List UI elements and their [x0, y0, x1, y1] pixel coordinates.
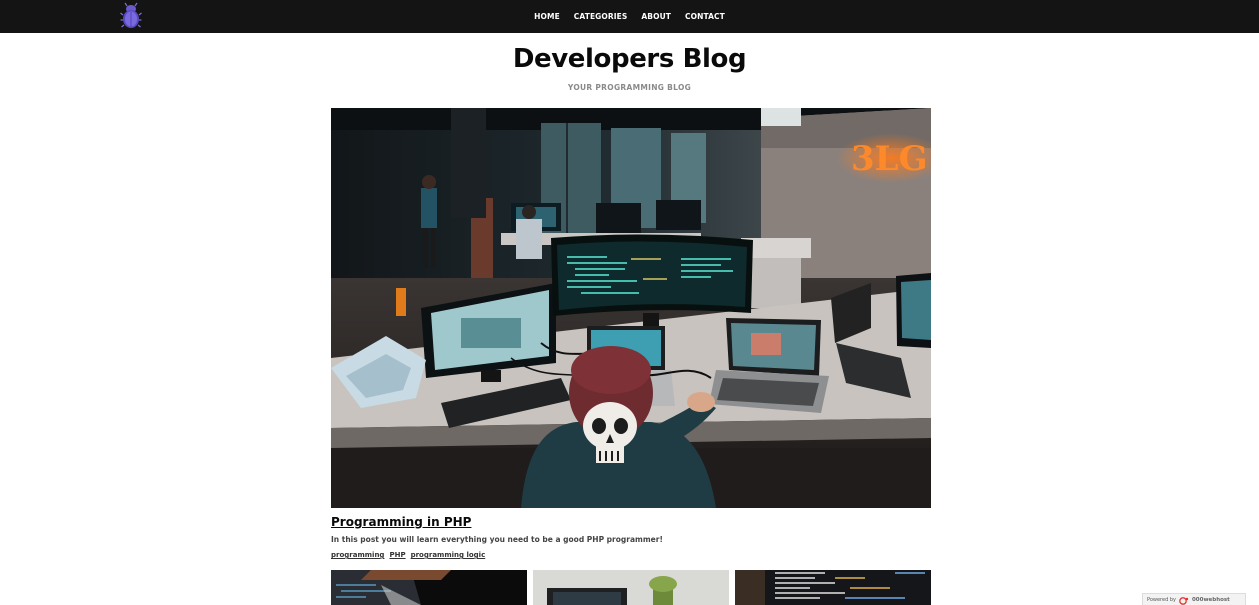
- hacker-workstation-photo: 3LG: [331, 108, 931, 508]
- code-screen-photo: [331, 570, 527, 605]
- nav-categories-link[interactable]: CATEGORIES: [567, 0, 635, 33]
- nav-contact-link[interactable]: CONTACT: [678, 0, 732, 33]
- post-tags: programming PHP programming logic: [331, 551, 485, 559]
- post-excerpt: In this post you will learn everything y…: [331, 535, 663, 544]
- code-editor-photo: [735, 570, 931, 605]
- powered-by-label: Powered by: [1147, 596, 1176, 603]
- tag-link-programming-logic[interactable]: programming logic: [411, 551, 486, 559]
- nav-home-link[interactable]: HOME: [527, 0, 567, 33]
- featured-post-image[interactable]: 3LG: [331, 108, 931, 508]
- post-thumbnail-3[interactable]: [735, 570, 931, 605]
- tag-link-programming[interactable]: programming: [331, 551, 384, 559]
- post-thumbnail-1[interactable]: [331, 570, 527, 605]
- post-thumbnail-2[interactable]: [533, 570, 729, 605]
- host-logo-icon: [1179, 590, 1189, 605]
- post-title-link[interactable]: Programming in PHP: [331, 515, 471, 529]
- top-navbar: HOME CATEGORIES ABOUT CONTACT: [0, 0, 1259, 33]
- tag-link-php[interactable]: PHP: [389, 551, 405, 559]
- svg-text:3LG: 3LG: [851, 139, 928, 179]
- laptop-desk-photo: [533, 570, 729, 605]
- powered-by-badge[interactable]: Powered by 000webhost: [1142, 593, 1246, 605]
- site-title: Developers Blog: [512, 44, 747, 74]
- host-label: 000webhost: [1191, 596, 1230, 603]
- main-nav: HOME CATEGORIES ABOUT CONTACT: [0, 0, 1259, 33]
- nav-about-link[interactable]: ABOUT: [634, 0, 678, 33]
- site-tagline: YOUR PROGRAMMING BLOG: [567, 83, 692, 92]
